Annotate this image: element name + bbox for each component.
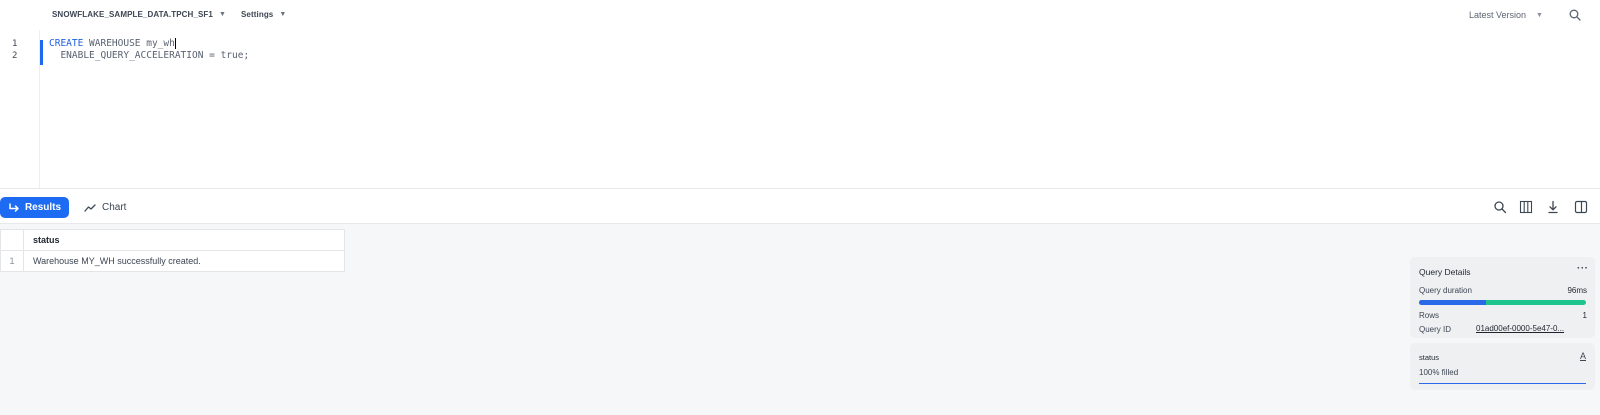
table-header-row: status	[0, 229, 345, 251]
split-panel-icon[interactable]	[1574, 200, 1588, 214]
line-number: 2	[12, 51, 18, 61]
line-chart-icon	[84, 203, 96, 212]
search-icon[interactable]	[1493, 200, 1507, 214]
query-duration-label: Query duration	[1419, 286, 1472, 295]
chart-tab-label: Chart	[102, 202, 127, 213]
line-number: 1	[12, 39, 18, 49]
column-status-panel: status A 100% filled	[1410, 343, 1595, 390]
return-arrow-icon	[9, 202, 19, 212]
compile-time-segment	[1419, 300, 1486, 305]
text-cursor	[174, 38, 176, 49]
version-label: Latest Version	[1469, 10, 1527, 20]
rows-value: 1	[1582, 311, 1587, 320]
more-options-icon[interactable]: ···	[1577, 263, 1589, 274]
table-cell[interactable]: Warehouse MY_WH successfully created.	[23, 250, 345, 272]
database-context-selector[interactable]: SNOWFLAKE_SAMPLE_DATA.TPCH_SF1 ▼	[52, 10, 226, 19]
code-text: ENABLE_QUERY_ACCELERATION = true;	[49, 50, 250, 61]
query-duration-value: 96ms	[1567, 286, 1587, 295]
query-duration-bar	[1419, 300, 1586, 305]
text-type-icon[interactable]: A	[1580, 351, 1586, 361]
column-status-title: status	[1419, 353, 1440, 362]
download-icon[interactable]	[1546, 200, 1560, 214]
chart-tab[interactable]: Chart	[84, 197, 126, 218]
results-table: status 1 Warehouse MY_WH successfully cr…	[0, 229, 345, 272]
search-icon[interactable]	[1568, 8, 1582, 22]
chevron-down-icon: ▼	[218, 11, 226, 18]
results-tab-label: Results	[24, 202, 62, 213]
database-context-label: SNOWFLAKE_SAMPLE_DATA.TPCH_SF1	[52, 10, 213, 19]
chevron-down-icon: ▼	[279, 11, 287, 18]
code-line[interactable]: ENABLE_QUERY_ACCELERATION = true;	[49, 50, 249, 61]
code-text: WAREHOUSE my_wh	[83, 38, 175, 49]
active-line-indicator	[40, 40, 43, 65]
results-tab[interactable]: Results	[0, 197, 69, 218]
sql-keyword: CREATE	[49, 38, 84, 49]
table-row[interactable]: 1 Warehouse MY_WH successfully created.	[0, 250, 345, 272]
settings-label: Settings	[241, 10, 274, 19]
sql-editor[interactable]: 1 2 CREATE WAREHOUSE my_wh ENABLE_QUERY_…	[0, 30, 1600, 188]
chevron-down-icon: ▼	[1536, 11, 1543, 19]
worksheet-toolbar: SNOWFLAKE_SAMPLE_DATA.TPCH_SF1 ▼ Setting…	[0, 0, 1600, 30]
results-pane: status 1 Warehouse MY_WH successfully cr…	[0, 224, 1600, 415]
query-details-panel: Query Details ··· Query duration 96ms Ro…	[1410, 257, 1595, 338]
query-details-title: Query Details	[1419, 267, 1471, 277]
settings-dropdown[interactable]: Settings ▼	[241, 10, 286, 19]
rows-label: Rows	[1419, 311, 1440, 320]
columns-icon[interactable]	[1519, 200, 1533, 214]
code-line[interactable]: CREATE WAREHOUSE my_wh	[49, 38, 176, 49]
column-header[interactable]: status	[23, 229, 345, 251]
results-toolbar: Results Chart	[0, 188, 1600, 224]
version-dropdown[interactable]: Latest Version ▼	[1469, 10, 1543, 20]
line-number-gutter: 1 2	[0, 30, 40, 188]
row-index-header	[0, 229, 24, 251]
query-id-label: Query ID	[1419, 325, 1452, 334]
fill-percentage: 100% filled	[1419, 368, 1459, 377]
query-id-link[interactable]: 01ad00ef-0000-5e47-0...	[1476, 324, 1586, 333]
fill-indicator-line	[1419, 383, 1586, 384]
row-index: 1	[0, 250, 24, 272]
